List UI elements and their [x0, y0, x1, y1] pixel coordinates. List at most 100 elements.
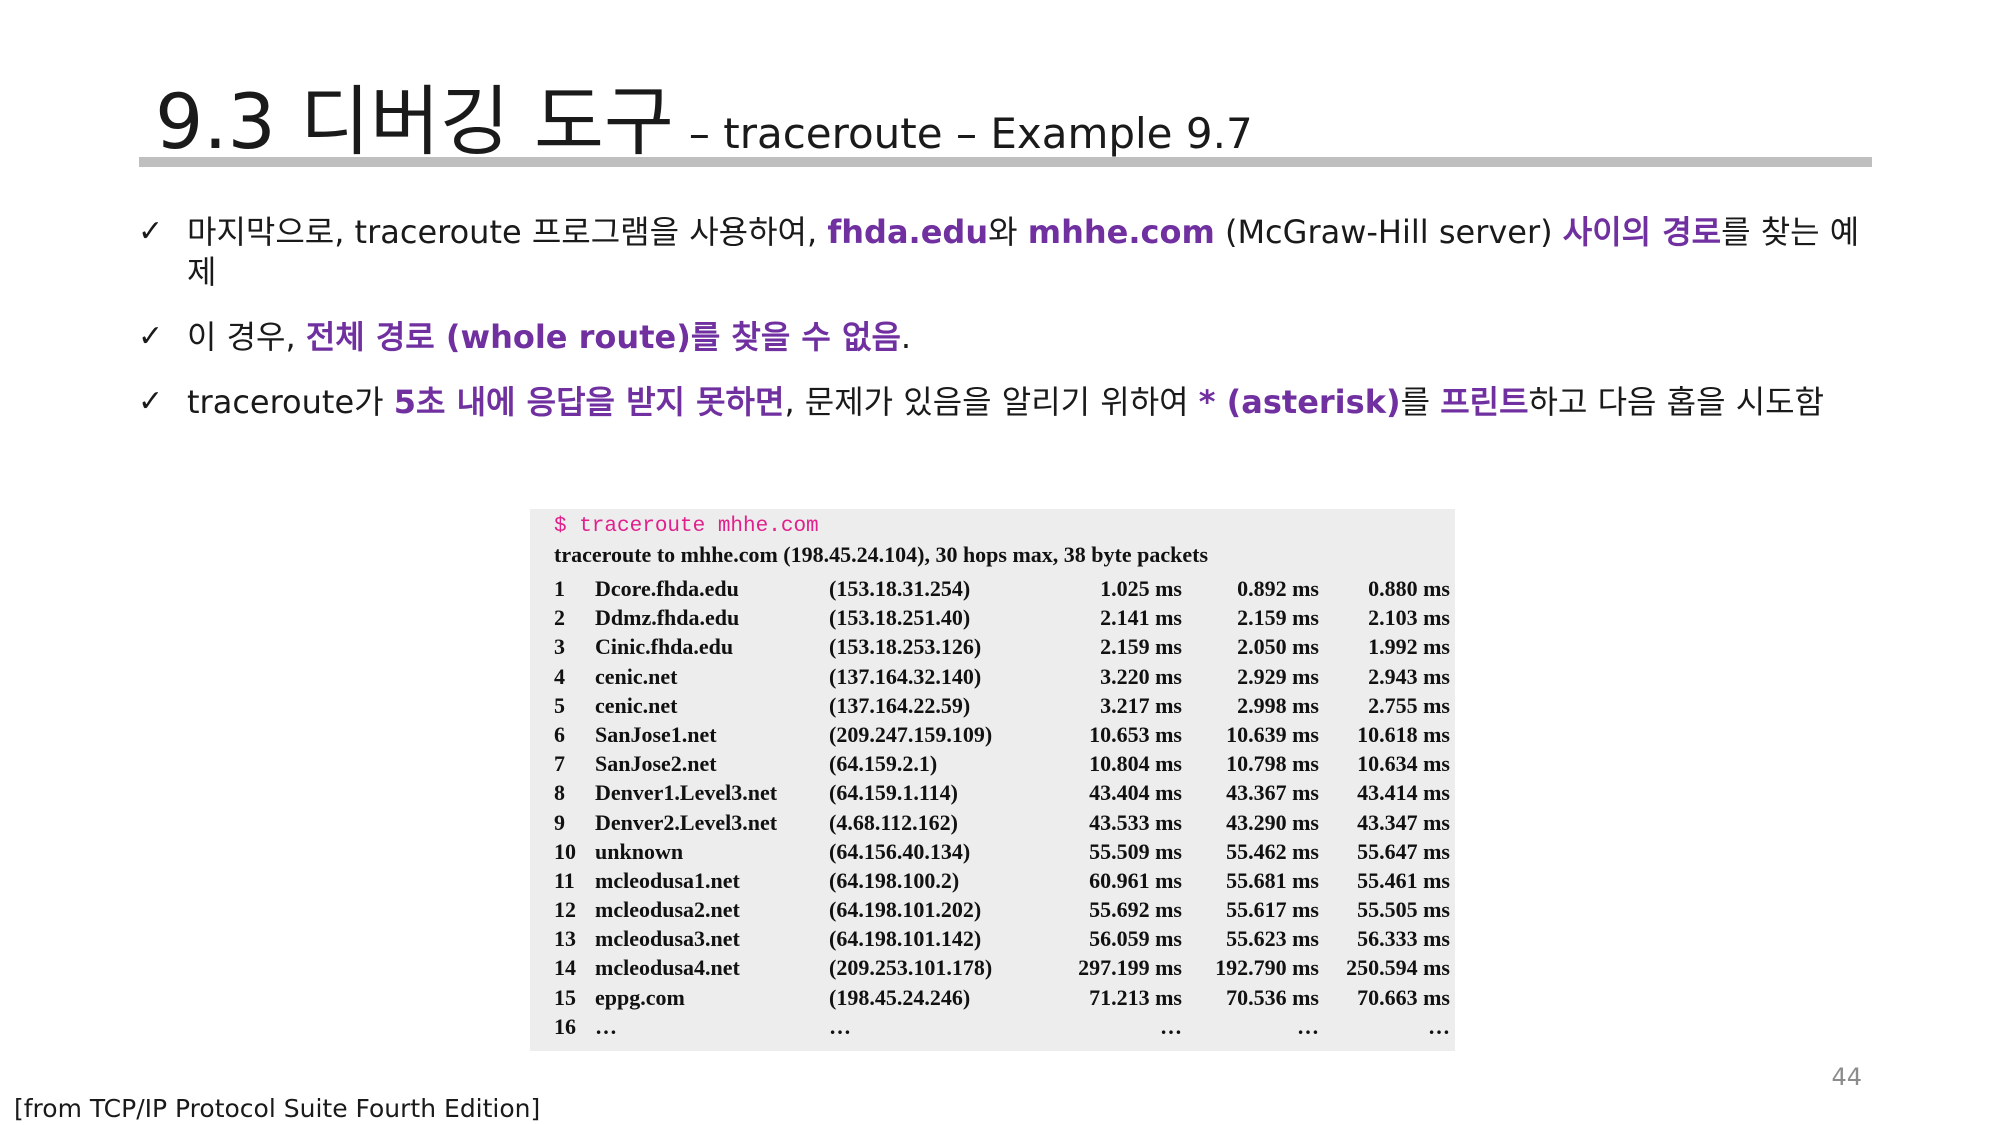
hop-number: 16 — [554, 1013, 576, 1039]
hop-time-1: 43.404 ms — [1089, 780, 1182, 806]
hop-number: 3 — [554, 634, 565, 660]
bullet-2: ✓ 이 경우, 전체 경로 (whole route)를 찾을 수 없음. — [138, 317, 1878, 357]
hop-time-3: 56.333 ms — [1357, 926, 1450, 952]
hop-ip: (209.253.101.178) — [829, 955, 993, 981]
hop-time-1: 10.804 ms — [1089, 751, 1182, 777]
hop-ip: (64.159.1.114) — [829, 780, 958, 806]
table-row: 8 Denver1.Level3.net (64.159.1.114) 43.404 … — [530, 780, 1455, 809]
hop-time-2: 10.639 ms — [1226, 721, 1319, 747]
traceroute-command: $ traceroute mhhe.com — [554, 515, 819, 538]
bullet-text: . — [900, 318, 912, 356]
hop-time-3: 250.594 ms — [1346, 955, 1450, 981]
hop-time-1: 3.217 ms — [1100, 692, 1182, 718]
hop-ip: (153.18.251.40) — [829, 605, 971, 631]
hop-time-2: 2.929 ms — [1237, 663, 1319, 689]
highlight-text: fhda.edu — [827, 213, 989, 251]
hop-ip: (64.198.100.2) — [829, 867, 960, 893]
traceroute-rows: 1 Dcore.fhda.edu (153.18.31.254) 1.025 ms 0.… — [530, 576, 1455, 1043]
hop-time-1: 2.159 ms — [1100, 634, 1182, 660]
hop-host: cenic.net — [595, 692, 678, 718]
hop-ip: (64.198.101.202) — [829, 897, 982, 923]
hop-number: 13 — [554, 926, 576, 952]
hop-time-2: 70.536 ms — [1226, 984, 1319, 1010]
bullet-text: (McGraw-Hill server) — [1214, 213, 1563, 251]
bullet-1: ✓ 마지막으로, traceroute 프로그램을 사용하여, fhda.edu와… — [138, 212, 1878, 292]
table-row: 9 Denver2.Level3.net (4.68.112.162) 43.533 … — [530, 810, 1455, 839]
hop-host: Cinic.fhda.edu — [595, 634, 734, 660]
hop-time-1: 55.692 ms — [1089, 897, 1182, 923]
hop-number: 4 — [554, 663, 565, 689]
bullet-text: , 문제가 있음을 알리기 위하여 — [784, 383, 1199, 421]
table-row: 16 … … … … … — [530, 1014, 1455, 1043]
traceroute-header: traceroute to mhhe.com (198.45.24.104), … — [554, 542, 1209, 567]
hop-number: 1 — [554, 576, 565, 601]
title-divider — [139, 157, 1872, 167]
hop-time-1: 56.059 ms — [1089, 926, 1182, 952]
hop-time-3: 55.647 ms — [1357, 838, 1450, 864]
source-citation: [from TCP/IP Protocol Suite Fourth Editi… — [14, 1094, 541, 1123]
hop-ip: (64.156.40.134) — [829, 838, 971, 864]
hop-time-1: 3.220 ms — [1100, 663, 1182, 689]
page-number: 44 — [1831, 1063, 1862, 1091]
bullet-text: 와 — [988, 213, 1028, 251]
hop-number: 5 — [554, 692, 565, 718]
hop-time-2: 192.790 ms — [1215, 955, 1319, 981]
hop-time-2: 55.681 ms — [1226, 867, 1319, 893]
hop-number: 15 — [554, 984, 576, 1010]
hop-number: 7 — [554, 751, 565, 777]
hop-time-3: 1.992 ms — [1368, 634, 1450, 660]
hop-time-2: … — [1297, 1013, 1319, 1039]
hop-host: Dcore.fhda.edu — [595, 576, 739, 601]
hop-time-3: 43.414 ms — [1357, 780, 1450, 806]
table-row: 12 mcleodusa2.net (64.198.101.202) 55.692 m… — [530, 897, 1455, 926]
hop-time-1: 71.213 ms — [1089, 984, 1182, 1010]
highlight-text: 사이의 경로 — [1562, 213, 1722, 251]
hop-host: Denver2.Level3.net — [595, 809, 778, 835]
hop-number: 11 — [554, 867, 575, 893]
hop-number: 10 — [554, 838, 576, 864]
hop-time-2: 55.617 ms — [1226, 897, 1319, 923]
hop-time-2: 0.892 ms — [1237, 576, 1319, 601]
hop-host: SanJose2.net — [595, 751, 717, 777]
hop-time-2: 2.159 ms — [1237, 605, 1319, 631]
hop-time-3: 55.461 ms — [1357, 867, 1450, 893]
table-row: 7 SanJose2.net (64.159.2.1) 10.804 ms 10.798… — [530, 751, 1455, 780]
hop-time-2: 2.050 ms — [1237, 634, 1319, 660]
bullet-text: 를 — [1400, 383, 1441, 421]
hop-host: … — [595, 1013, 617, 1039]
traceroute-figure: $ traceroute mhhe.com traceroute to mhhe… — [530, 509, 1455, 1051]
hop-time-3: 70.663 ms — [1357, 984, 1450, 1010]
table-row: 1 Dcore.fhda.edu (153.18.31.254) 1.025 ms 0.… — [530, 576, 1455, 605]
bullet-text: 하고 다음 홉을 시도함 — [1528, 383, 1825, 421]
hop-time-3: … — [1428, 1013, 1450, 1039]
table-row: 4 cenic.net (137.164.32.140) 3.220 ms 2.929 … — [530, 664, 1455, 693]
hop-number: 12 — [554, 897, 576, 923]
hop-host: mcleodusa3.net — [595, 926, 740, 952]
hop-ip: (137.164.32.140) — [829, 663, 982, 689]
hop-time-1: … — [1160, 1013, 1182, 1039]
hop-ip: (64.198.101.142) — [829, 926, 982, 952]
hop-time-3: 10.618 ms — [1357, 721, 1450, 747]
hop-time-3: 55.505 ms — [1357, 897, 1450, 923]
hop-number: 2 — [554, 605, 565, 631]
check-icon: ✓ — [138, 319, 164, 354]
hop-time-2: 55.623 ms — [1226, 926, 1319, 952]
hop-host: mcleodusa1.net — [595, 867, 740, 893]
slide-title: 9.3 디버깅 도구 – traceroute – Example 9.7 — [155, 60, 1253, 170]
hop-time-3: 43.347 ms — [1357, 809, 1450, 835]
hop-time-3: 2.755 ms — [1368, 692, 1450, 718]
highlight-text: mhhe.com — [1027, 213, 1215, 251]
hop-number: 6 — [554, 721, 565, 747]
highlight-text: 5초 내에 응답을 받지 못하면 — [393, 383, 785, 421]
table-row: 11 mcleodusa1.net (64.198.100.2) 60.961 ms 5… — [530, 868, 1455, 897]
hop-number: 14 — [554, 955, 576, 981]
check-icon: ✓ — [138, 214, 164, 249]
hop-ip: (4.68.112.162) — [829, 809, 958, 835]
hop-ip: (64.159.2.1) — [829, 751, 938, 777]
hop-host: mcleodusa2.net — [595, 897, 740, 923]
hop-host: unknown — [595, 838, 684, 864]
highlight-text: 전체 경로 (whole route)를 찾을 수 없음 — [305, 318, 901, 356]
hop-time-3: 2.103 ms — [1368, 605, 1450, 631]
hop-ip: … — [829, 1013, 851, 1039]
hop-time-1: 60.961 ms — [1089, 867, 1182, 893]
